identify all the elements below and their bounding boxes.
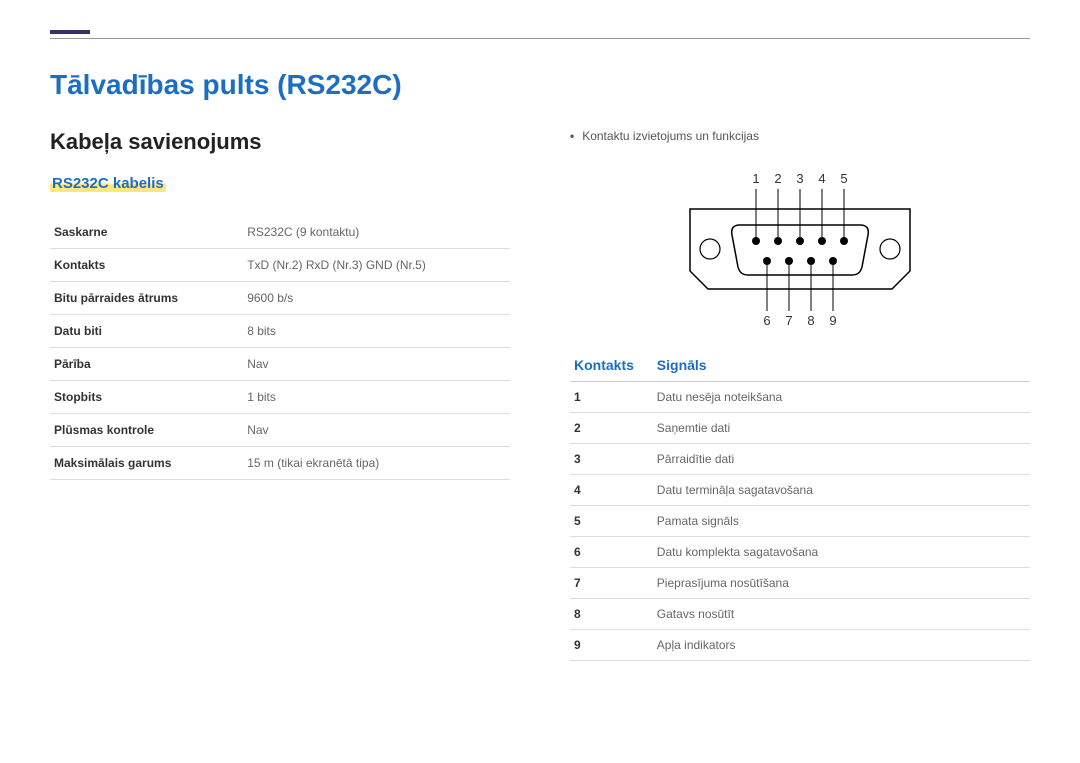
spec-value: Nav — [243, 348, 510, 381]
svg-text:5: 5 — [840, 171, 847, 186]
header-divider — [50, 38, 1030, 39]
signal-name: Apļa indikators — [653, 630, 1030, 661]
svg-text:7: 7 — [785, 313, 792, 328]
signal-pin: 7 — [570, 568, 653, 599]
spec-key: Plūsmas kontrole — [50, 414, 243, 447]
signal-pin: 4 — [570, 475, 653, 506]
table-row: Datu biti8 bits — [50, 315, 510, 348]
signal-name: Pārraidītie dati — [653, 444, 1030, 475]
header-accent — [50, 30, 90, 34]
spec-key: Kontakts — [50, 249, 243, 282]
signals-header-pin: Kontakts — [570, 349, 653, 382]
table-row: 8Gatavs nosūtīt — [570, 599, 1030, 630]
spec-value: 15 m (tikai ekranētā tipa) — [243, 447, 510, 480]
signals-header-sig: Signāls — [653, 349, 1030, 382]
spec-table: SaskarneRS232C (9 kontaktu)KontaktsTxD (… — [50, 216, 510, 480]
spec-key: Pārība — [50, 348, 243, 381]
spec-value: Nav — [243, 414, 510, 447]
table-row: 5Pamata signāls — [570, 506, 1030, 537]
svg-text:6: 6 — [763, 313, 770, 328]
signal-pin: 1 — [570, 382, 653, 413]
signal-name: Saņemtie dati — [653, 413, 1030, 444]
connector-diagram: 1 2 3 4 5 6 7 8 9 — [670, 159, 930, 329]
spec-value: 1 bits — [243, 381, 510, 414]
right-column: • Kontaktu izvietojums un funkcijas — [570, 129, 1030, 661]
table-row: KontaktsTxD (Nr.2) RxD (Nr.3) GND (Nr.5) — [50, 249, 510, 282]
signal-name: Pamata signāls — [653, 506, 1030, 537]
svg-text:3: 3 — [796, 171, 803, 186]
signal-pin: 5 — [570, 506, 653, 537]
spec-key: Maksimālais garums — [50, 447, 243, 480]
spec-key: Bitu pārraides ātrums — [50, 282, 243, 315]
signal-name: Datu komplekta sagatavošana — [653, 537, 1030, 568]
diagram-note: • Kontaktu izvietojums un funkcijas — [570, 129, 1030, 143]
table-row: Plūsmas kontroleNav — [50, 414, 510, 447]
signal-pin: 6 — [570, 537, 653, 568]
bullet-icon: • — [570, 129, 574, 143]
spec-key: Datu biti — [50, 315, 243, 348]
signal-pin: 9 — [570, 630, 653, 661]
signal-name: Gatavs nosūtīt — [653, 599, 1030, 630]
table-row: Stopbits1 bits — [50, 381, 510, 414]
svg-text:1: 1 — [752, 171, 759, 186]
spec-value: RS232C (9 kontaktu) — [243, 216, 510, 249]
table-row: 4Datu termināļa sagatavošana — [570, 475, 1030, 506]
table-row: 1Datu nesēja noteikšana — [570, 382, 1030, 413]
svg-text:8: 8 — [807, 313, 814, 328]
table-row: 2Saņemtie dati — [570, 413, 1030, 444]
signal-name: Datu nesēja noteikšana — [653, 382, 1030, 413]
spec-value: 8 bits — [243, 315, 510, 348]
content-columns: Kabeļa savienojums RS232C kabelis Saskar… — [50, 129, 1030, 661]
left-column: Kabeļa savienojums RS232C kabelis Saskar… — [50, 129, 510, 661]
svg-text:9: 9 — [829, 313, 836, 328]
signal-pin: 8 — [570, 599, 653, 630]
table-row: 3Pārraidītie dati — [570, 444, 1030, 475]
signal-pin: 2 — [570, 413, 653, 444]
spec-value: TxD (Nr.2) RxD (Nr.3) GND (Nr.5) — [243, 249, 510, 282]
table-row: 7Pieprasījuma nosūtīšana — [570, 568, 1030, 599]
svg-text:2: 2 — [774, 171, 781, 186]
table-row: Maksimālais garums15 m (tikai ekranētā t… — [50, 447, 510, 480]
table-row: Bitu pārraides ātrums9600 b/s — [50, 282, 510, 315]
table-row: SaskarneRS232C (9 kontaktu) — [50, 216, 510, 249]
note-text: Kontaktu izvietojums un funkcijas — [582, 129, 759, 143]
signal-name: Datu termināļa sagatavošana — [653, 475, 1030, 506]
table-row: 9Apļa indikators — [570, 630, 1030, 661]
table-row: PārībaNav — [50, 348, 510, 381]
signal-name: Pieprasījuma nosūtīšana — [653, 568, 1030, 599]
table-row: 6Datu komplekta sagatavošana — [570, 537, 1030, 568]
section-heading: Kabeļa savienojums — [50, 129, 510, 155]
spec-key: Saskarne — [50, 216, 243, 249]
svg-text:4: 4 — [818, 171, 825, 186]
signal-pin: 3 — [570, 444, 653, 475]
page-title: Tālvadības pults (RS232C) — [50, 69, 1030, 101]
spec-key: Stopbits — [50, 381, 243, 414]
spec-value: 9600 b/s — [243, 282, 510, 315]
subsection-heading: RS232C kabelis — [50, 175, 166, 192]
signals-table: Kontakts Signāls 1Datu nesēja noteikšana… — [570, 349, 1030, 661]
